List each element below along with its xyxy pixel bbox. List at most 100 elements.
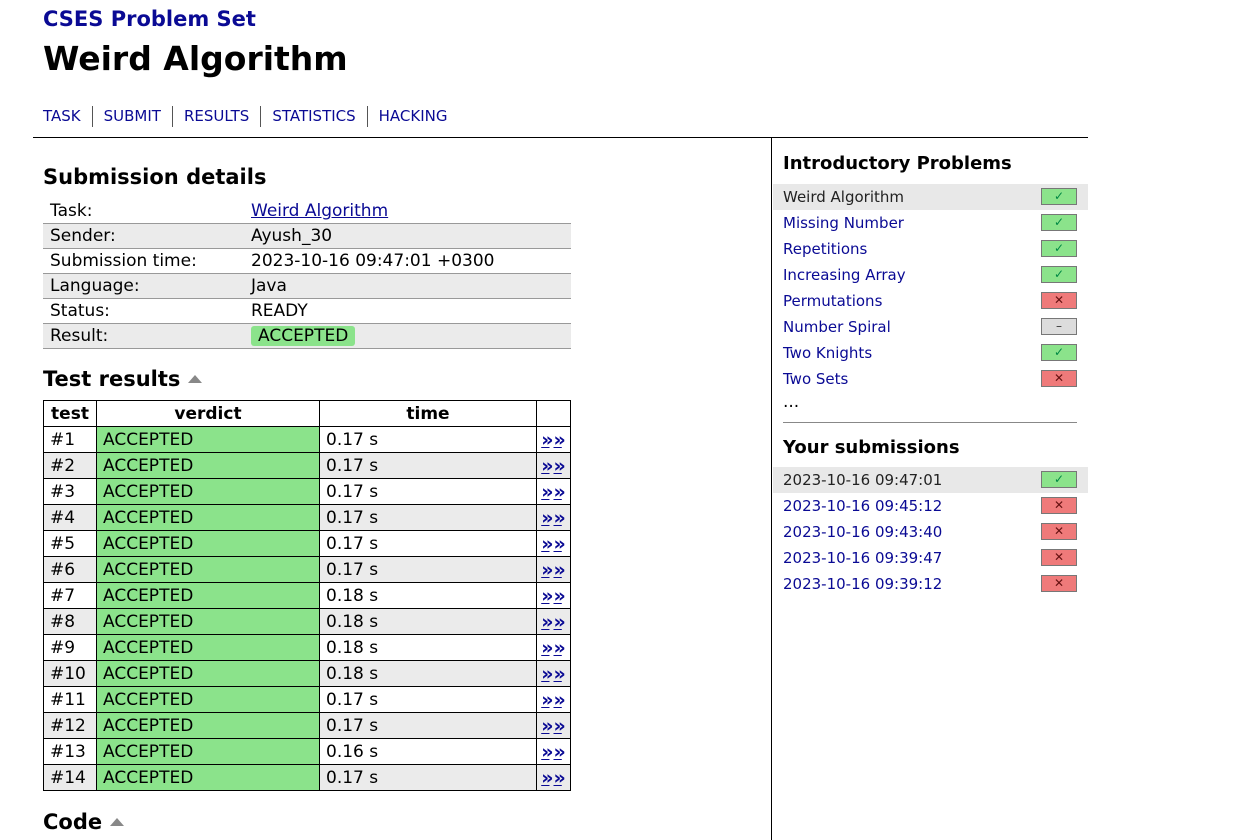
view-test-icon[interactable]: » — [541, 585, 553, 607]
test-time: 0.18 s — [319, 608, 537, 635]
view-test-icon[interactable]: » — [541, 611, 553, 633]
view-test-icon[interactable]: » — [541, 767, 553, 789]
test-number: #8 — [43, 608, 97, 635]
collapse-triangle-icon[interactable] — [110, 818, 125, 826]
problem-item[interactable]: Number Spiral – — [773, 314, 1088, 340]
col-test: test — [43, 400, 97, 427]
test-row: #8 ACCEPTED 0.18 s»» — [43, 608, 571, 635]
problem-item-label[interactable]: Number Spiral — [783, 318, 891, 336]
problem-item-label[interactable]: Two Knights — [783, 344, 872, 362]
submission-item-label[interactable]: 2023-10-16 09:47:01 — [783, 471, 942, 489]
view-test-icon[interactable]: » — [541, 741, 553, 763]
view-test-icon[interactable]: » — [541, 689, 553, 711]
page-title: Weird Algorithm — [43, 39, 348, 78]
view-test-icon[interactable]: » — [541, 637, 553, 659]
problem-item-label[interactable]: Weird Algorithm — [783, 188, 904, 206]
details-label: Task: — [43, 199, 244, 224]
task-nav: TASK SUBMIT RESULTS STATISTICS HACKING — [43, 106, 459, 127]
view-test-icon[interactable]: » — [541, 533, 553, 555]
problem-item[interactable]: Repetitions ✓ — [773, 236, 1088, 262]
submission-item[interactable]: 2023-10-16 09:39:47 ✕ — [773, 545, 1088, 571]
view-test-icon[interactable]: » — [541, 429, 553, 451]
submission-item-label[interactable]: 2023-10-16 09:39:12 — [783, 575, 942, 593]
test-results-heading[interactable]: Test results — [43, 367, 203, 391]
test-time: 0.17 s — [319, 478, 537, 505]
collapse-triangle-icon[interactable] — [188, 375, 203, 383]
test-row: #9 ACCEPTED 0.18 s»» — [43, 634, 571, 661]
view-test-icon[interactable]: » — [554, 507, 566, 529]
details-value: 2023-10-16 09:47:01 +0300 — [244, 248, 571, 274]
submission-item[interactable]: 2023-10-16 09:45:12 ✕ — [773, 493, 1088, 519]
view-test-icon[interactable]: » — [554, 741, 566, 763]
submission-details-heading: Submission details — [43, 165, 267, 189]
problem-item-label[interactable]: Repetitions — [783, 240, 867, 258]
view-test-icon[interactable]: » — [554, 455, 566, 477]
test-number: #9 — [43, 634, 97, 661]
problem-item[interactable]: Increasing Array ✓ — [773, 262, 1088, 288]
test-row: #3 ACCEPTED 0.17 s»» — [43, 478, 571, 505]
status-failed-icon: ✕ — [1041, 523, 1077, 540]
view-test-icon[interactable]: » — [554, 637, 566, 659]
test-row: #10 ACCEPTED 0.18 s»» — [43, 660, 571, 687]
test-number: #14 — [43, 764, 97, 791]
submission-item[interactable]: 2023-10-16 09:47:01 ✓ — [773, 467, 1088, 493]
nav-statistics[interactable]: STATISTICS — [260, 106, 366, 127]
view-test-icon[interactable]: » — [554, 767, 566, 789]
view-test-icon[interactable]: » — [541, 455, 553, 477]
status-accepted-icon: ✓ — [1041, 471, 1077, 488]
submission-item-label[interactable]: 2023-10-16 09:45:12 — [783, 497, 942, 515]
view-test-icon[interactable]: » — [554, 585, 566, 607]
view-test-icon[interactable]: » — [554, 715, 566, 737]
test-time: 0.16 s — [319, 738, 537, 765]
view-test-icon[interactable]: » — [554, 533, 566, 555]
status-failed-icon: ✕ — [1041, 370, 1077, 387]
submission-item-label[interactable]: 2023-10-16 09:39:47 — [783, 549, 942, 567]
view-test-icon[interactable]: » — [554, 559, 566, 581]
status-failed-icon: ✕ — [1041, 497, 1077, 514]
col-verdict: verdict — [96, 400, 320, 427]
status-none-icon: – — [1041, 318, 1077, 335]
submission-item[interactable]: 2023-10-16 09:43:40 ✕ — [773, 519, 1088, 545]
view-test-icon[interactable]: » — [554, 689, 566, 711]
nav-submit[interactable]: SUBMIT — [91, 106, 172, 127]
nav-hacking[interactable]: HACKING — [366, 106, 459, 127]
problem-item[interactable]: Missing Number ✓ — [773, 210, 1088, 236]
submission-item-label[interactable]: 2023-10-16 09:43:40 — [783, 523, 942, 541]
problem-item[interactable]: Two Sets ✕ — [773, 366, 1088, 392]
view-test-icon[interactable]: » — [554, 663, 566, 685]
submission-item[interactable]: 2023-10-16 09:39:12 ✕ — [773, 571, 1088, 597]
site-title[interactable]: CSES Problem Set — [43, 7, 256, 31]
view-test-icon[interactable]: » — [554, 611, 566, 633]
view-test-icon[interactable]: » — [541, 663, 553, 685]
test-verdict: ACCEPTED — [96, 712, 320, 739]
problem-item[interactable]: Weird Algorithm ✓ — [773, 184, 1088, 210]
test-time: 0.17 s — [319, 764, 537, 791]
view-test-icon[interactable]: » — [541, 559, 553, 581]
problem-item-label[interactable]: Missing Number — [783, 214, 904, 232]
nav-results[interactable]: RESULTS — [171, 106, 260, 127]
problem-item-label[interactable]: Permutations — [783, 292, 882, 310]
view-test-icon[interactable]: » — [541, 715, 553, 737]
view-test-icon[interactable]: » — [554, 429, 566, 451]
problem-item[interactable]: Permutations ✕ — [773, 288, 1088, 314]
view-test-icon[interactable]: » — [554, 481, 566, 503]
test-number: #5 — [43, 530, 97, 557]
problem-item[interactable]: Two Knights ✓ — [773, 340, 1088, 366]
test-time: 0.18 s — [319, 582, 537, 609]
test-verdict: ACCEPTED — [96, 426, 320, 453]
view-test-icon[interactable]: » — [541, 481, 553, 503]
test-verdict: ACCEPTED — [96, 738, 320, 765]
details-value: READY — [244, 298, 571, 324]
code-heading[interactable]: Code — [43, 810, 125, 834]
problem-item-label[interactable]: Two Sets — [783, 370, 848, 388]
status-failed-icon: ✕ — [1041, 549, 1077, 566]
problem-item-label[interactable]: Increasing Array — [783, 266, 906, 284]
details-row: Status: READY — [43, 298, 571, 324]
test-time: 0.17 s — [319, 556, 537, 583]
task-link[interactable]: Weird Algorithm — [251, 201, 388, 221]
test-number: #11 — [43, 686, 97, 713]
status-failed-icon: ✕ — [1041, 575, 1077, 592]
nav-task[interactable]: TASK — [43, 106, 92, 127]
test-row: #14 ACCEPTED 0.17 s»» — [43, 764, 571, 791]
view-test-icon[interactable]: » — [541, 507, 553, 529]
